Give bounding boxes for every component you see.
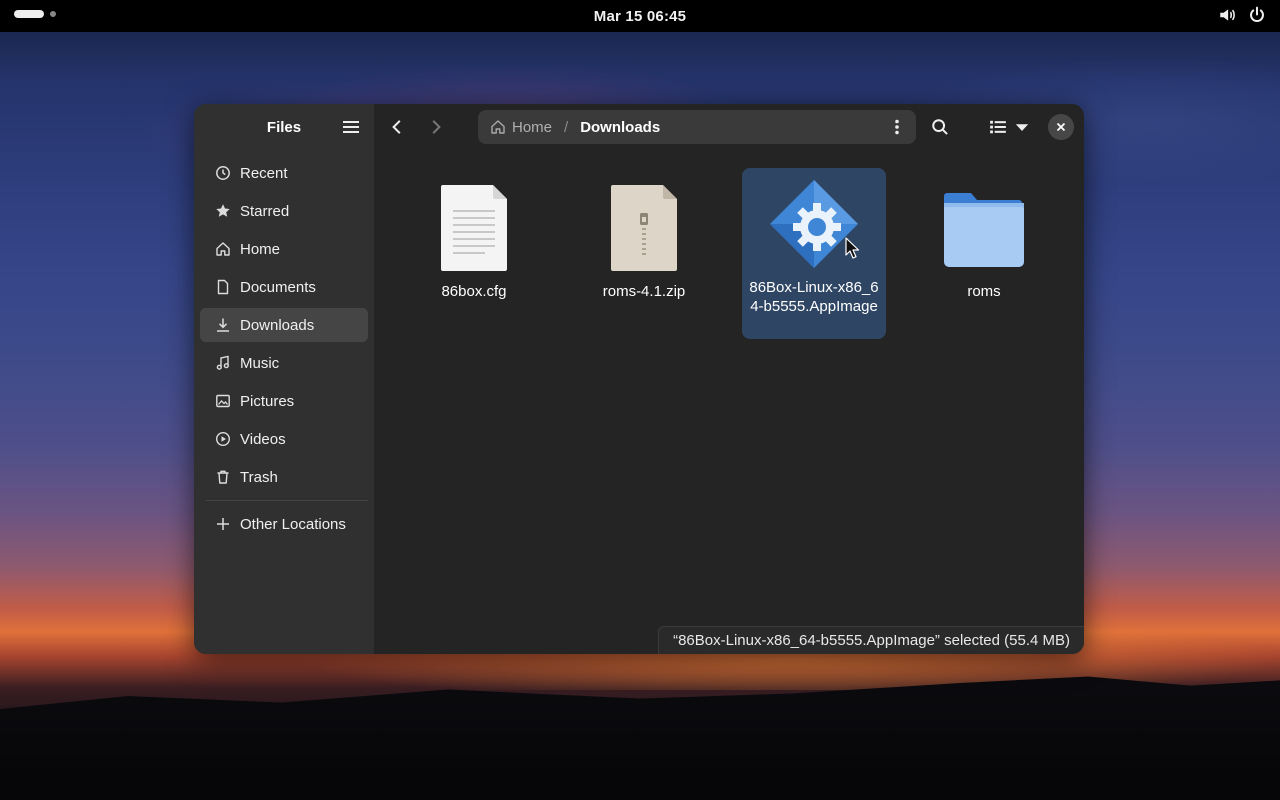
sidebar-item-label: Downloads: [240, 316, 315, 334]
sidebar-divider: [206, 500, 368, 501]
close-icon: [1056, 122, 1066, 132]
sidebar-item-pictures[interactable]: Pictures: [200, 384, 368, 418]
sidebar-item-label: Home: [240, 240, 281, 258]
chevron-down-icon: [1015, 124, 1029, 131]
file-item-cfg[interactable]: 86box.cfg: [402, 172, 546, 301]
folder-menu-button[interactable]: [884, 114, 910, 140]
content-area: Home / Downloads 86box.cfg roms-4.1.zip …: [374, 104, 1084, 654]
sidebar-item-videos[interactable]: Videos: [200, 422, 368, 456]
sidebar-item-label: Trash: [240, 468, 278, 486]
view-options-button[interactable]: [1011, 112, 1033, 142]
sidebar-header: Files: [194, 104, 374, 150]
list-view-icon: [990, 120, 1006, 134]
file-item-folder[interactable]: roms: [912, 172, 1056, 301]
top-bar: Mar 15 06:45: [0, 0, 1280, 32]
file-item-appimage[interactable]: 86Box-Linux-x86_64-b5555.AppImage: [742, 168, 886, 339]
search-button[interactable]: [925, 112, 955, 142]
plus-icon: [214, 515, 232, 533]
search-icon: [932, 119, 948, 135]
sidebar-item-label: Documents: [240, 278, 316, 296]
forward-button[interactable]: [421, 112, 451, 142]
sidebar-item-recent[interactable]: Recent: [200, 156, 368, 190]
sidebar-item-home[interactable]: Home: [200, 232, 368, 266]
download-icon: [214, 316, 232, 334]
picture-icon: [214, 392, 232, 410]
kebab-menu-icon: [895, 119, 899, 135]
file-grid: 86box.cfg roms-4.1.zip 86Box-Linux-x86_6…: [374, 150, 1084, 630]
activities-indicator[interactable]: [14, 10, 56, 18]
close-button[interactable]: [1048, 114, 1074, 140]
sidebar-item-label: Music: [240, 354, 280, 372]
sidebar-item-label: Recent: [240, 164, 288, 182]
sidebar-item-label: Other Locations: [240, 515, 346, 533]
power-icon[interactable]: [1248, 6, 1266, 24]
file-name: 86box.cfg: [441, 283, 507, 300]
sidebar-item-label: Starred: [240, 202, 290, 220]
breadcrumb-home[interactable]: Home: [490, 119, 552, 136]
chevron-right-icon: [432, 120, 441, 134]
mouse-pointer-icon: [845, 237, 859, 259]
file-name: roms-4.1.zip: [602, 283, 686, 300]
app-title: Files: [266, 118, 302, 136]
trash-icon: [214, 468, 232, 486]
chevron-left-icon: [392, 120, 401, 134]
video-icon: [214, 430, 232, 448]
text-file-icon: [426, 180, 522, 276]
volume-icon[interactable]: [1218, 6, 1236, 24]
wallpaper-hills: [0, 676, 1280, 800]
file-name: roms: [967, 283, 1001, 300]
main-menu-button[interactable]: [340, 116, 362, 138]
file-item-zip[interactable]: roms-4.1.zip: [572, 172, 716, 301]
breadcrumb-separator: /: [564, 118, 569, 136]
clock-icon: [214, 164, 232, 182]
archive-file-icon: [596, 180, 692, 276]
home-icon: [214, 240, 232, 258]
sidebar-item-trash[interactable]: Trash: [200, 460, 368, 494]
breadcrumb-home-label: Home: [512, 118, 553, 136]
clock[interactable]: Mar 15 06:45: [594, 8, 686, 25]
sidebar: Files Recent Starred Home Documents Down…: [194, 104, 374, 654]
workspace-dot: [50, 11, 56, 17]
music-icon: [214, 354, 232, 372]
sidebar-item-documents[interactable]: Documents: [200, 270, 368, 304]
breadcrumb-current[interactable]: Downloads: [580, 119, 660, 136]
sidebar-item-other-locations[interactable]: Other Locations: [200, 507, 368, 541]
sidebar-item-music[interactable]: Music: [200, 346, 368, 380]
document-icon: [214, 278, 232, 296]
star-icon: [214, 202, 232, 220]
path-bar[interactable]: Home / Downloads: [478, 110, 916, 144]
files-window: Files Recent Starred Home Documents Down…: [194, 104, 1084, 654]
sidebar-item-downloads[interactable]: Downloads: [200, 308, 368, 342]
header-bar: Home / Downloads: [374, 104, 1084, 150]
sidebar-item-starred[interactable]: Starred: [200, 194, 368, 228]
hamburger-menu-icon: [343, 121, 359, 133]
folder-icon: [936, 180, 1032, 276]
selection-status: “86Box-Linux-x86_64-b5555.AppImage” sele…: [658, 626, 1084, 654]
back-button[interactable]: [382, 112, 412, 142]
sidebar-item-label: Pictures: [240, 392, 295, 410]
view-mode-button[interactable]: [983, 112, 1013, 142]
sidebar-item-label: Videos: [240, 430, 286, 448]
places-list: Recent Starred Home Documents Downloads …: [194, 150, 374, 545]
file-name: 86Box-Linux-x86_64-b5555.AppImage: [749, 279, 879, 315]
activities-icon: [14, 10, 44, 18]
system-tray[interactable]: [1218, 6, 1266, 24]
home-icon: [491, 120, 505, 134]
